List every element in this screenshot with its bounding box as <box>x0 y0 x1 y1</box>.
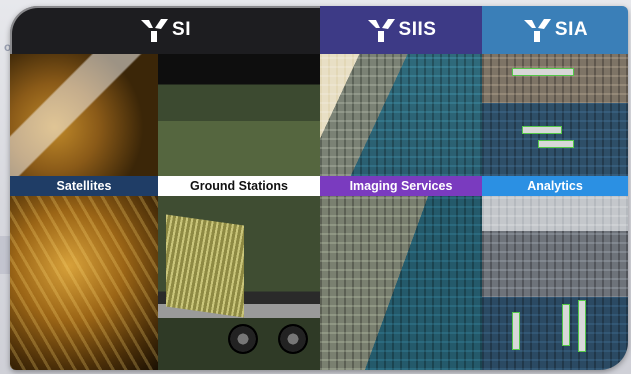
truck-wheel <box>278 324 308 354</box>
aerial-coast-image-top <box>320 54 482 176</box>
city-blocks-pattern <box>320 196 482 370</box>
detected-ship <box>522 126 562 134</box>
detected-ship <box>538 140 574 148</box>
port-analytics-image-top <box>482 54 628 176</box>
label-ground-stations[interactable]: Ground Stations <box>158 176 320 196</box>
aerial-coast-image-bottom <box>320 196 482 370</box>
detected-ship <box>512 312 520 350</box>
port-pattern <box>482 196 628 370</box>
header-si: SI <box>10 6 320 54</box>
header-siis: SIIS <box>320 6 482 54</box>
si-logo-text: SI <box>172 19 191 40</box>
column-analytics[interactable]: SIA Analytics <box>482 6 628 370</box>
column-imaging-services[interactable]: SIIS Imaging Services <box>320 6 482 370</box>
ground-station-image-top <box>158 54 320 176</box>
column-satellites[interactable]: Satellites <box>10 6 158 370</box>
ground-station-image-bottom <box>158 196 320 370</box>
siis-logo-text: SIIS <box>398 19 437 40</box>
detected-ship <box>578 300 586 352</box>
sia-logo-mark-icon <box>523 19 551 42</box>
antenna-panel <box>166 214 244 318</box>
satellite-image-bottom <box>10 196 158 370</box>
sia-logo: SIA <box>522 17 588 43</box>
si-logo: SI <box>139 17 191 43</box>
siis-logo-mark-icon <box>367 19 395 42</box>
siis-logo: SIIS <box>366 17 437 43</box>
detected-ship <box>512 68 574 76</box>
si-logo-mark-icon <box>141 19 169 42</box>
column-ground-stations[interactable]: Ground Stations <box>158 6 320 370</box>
satellite-image-top <box>10 54 158 176</box>
port-analytics-image-bottom <box>482 196 628 370</box>
label-analytics[interactable]: Analytics <box>482 176 628 196</box>
label-satellites[interactable]: Satellites <box>10 176 158 196</box>
product-banner: Satellites Ground Stations SI SIIS Imagi… <box>10 6 628 370</box>
sia-logo-text: SIA <box>554 19 589 40</box>
label-imaging-services[interactable]: Imaging Services <box>320 176 482 196</box>
detected-ship <box>562 304 570 346</box>
header-sia: SIA <box>482 6 628 54</box>
city-blocks-pattern <box>320 54 482 176</box>
truck-wheel <box>228 324 258 354</box>
